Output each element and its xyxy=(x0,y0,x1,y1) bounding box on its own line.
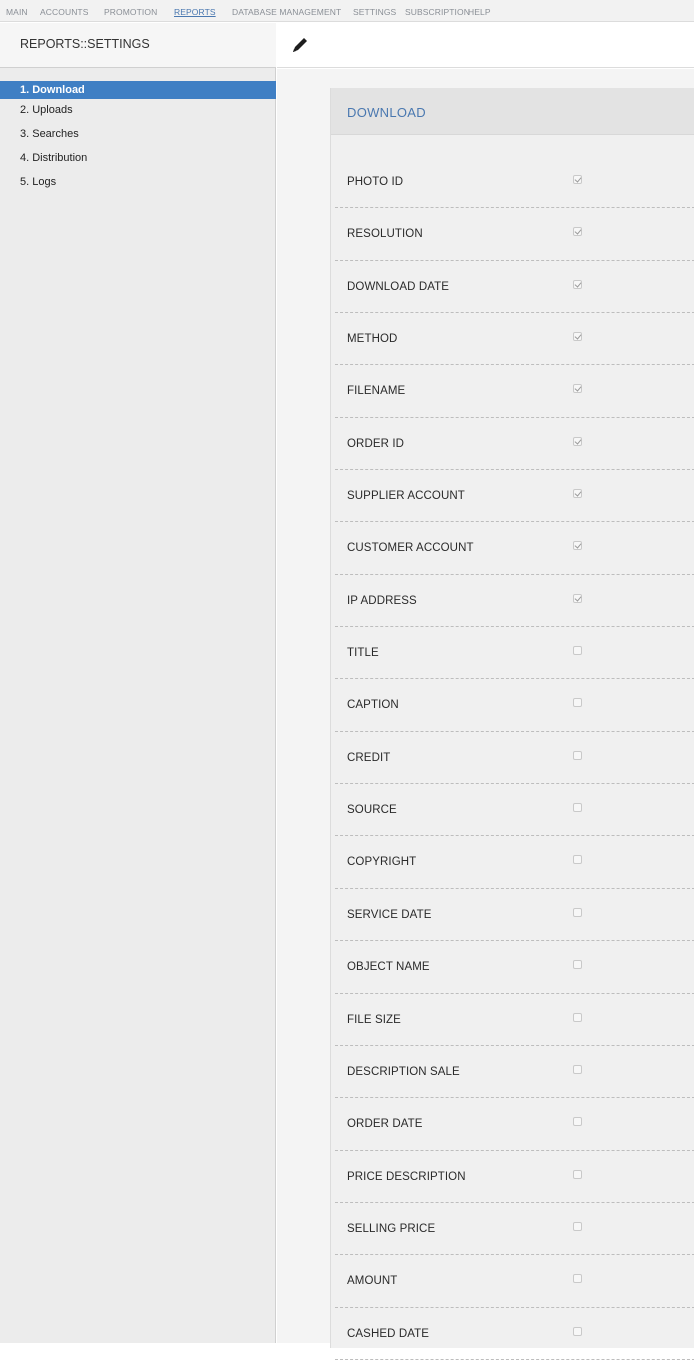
main-content: DOWNLOAD PHOTO ID RESOLUTION DOWNLOAD DATE… xyxy=(277,69,694,1360)
nav-item-database-management[interactable]: DATABASE MANAGEMENT xyxy=(232,7,341,17)
nav-item-settings[interactable]: SETTINGS xyxy=(353,7,396,17)
field-label: COPYRIGHT xyxy=(347,856,417,869)
field-row: PHOTO ID xyxy=(335,156,694,209)
field-row: SELLING PRICE xyxy=(335,1203,694,1256)
download-panel: DOWNLOAD PHOTO ID RESOLUTION DOWNLOAD DATE… xyxy=(330,88,694,1360)
top-nav: MAIN ACCOUNTS PROMOTION REPORTS DATABASE… xyxy=(0,0,694,22)
field-row: CASHED DATE xyxy=(335,1308,694,1360)
field-checkbox[interactable] xyxy=(573,227,582,237)
field-checkbox[interactable] xyxy=(573,1012,582,1022)
field-row: DESCRIPTION SALE xyxy=(335,1046,694,1099)
field-checkbox[interactable] xyxy=(573,1274,582,1284)
nav-item-help[interactable]: HELP xyxy=(468,7,491,17)
field-label: PHOTO ID xyxy=(347,176,404,188)
sidebar-item-searches[interactable]: 3. Searches xyxy=(0,125,276,143)
field-label: SUPPLIER ACCOUNT xyxy=(347,490,465,503)
field-checkbox[interactable] xyxy=(573,960,582,970)
field-row: CAPTION xyxy=(335,679,694,732)
field-checkbox[interactable] xyxy=(573,1326,582,1336)
nav-item-accounts[interactable]: ACCOUNTS xyxy=(40,7,89,17)
field-row: TITLE xyxy=(335,627,694,680)
field-checkbox[interactable] xyxy=(573,175,582,184)
field-checkbox[interactable] xyxy=(573,541,582,551)
field-checkbox[interactable] xyxy=(573,698,582,708)
field-label: ORDER DATE xyxy=(347,1118,423,1131)
field-checkbox[interactable] xyxy=(573,1221,582,1231)
field-row: CREDIT xyxy=(335,732,694,785)
field-label: ORDER ID xyxy=(347,437,405,450)
field-list: PHOTO ID RESOLUTION DOWNLOAD DATE METHOD FIL… xyxy=(331,156,694,1360)
field-checkbox[interactable] xyxy=(573,332,582,342)
field-checkbox[interactable] xyxy=(573,1169,582,1179)
field-label: OBJECT NAME xyxy=(347,961,430,974)
field-label: DOWNLOAD DATE xyxy=(347,280,450,293)
field-row: OBJECT NAME xyxy=(335,941,694,994)
field-checkbox[interactable] xyxy=(573,279,582,289)
field-row: SUPPLIER ACCOUNT xyxy=(335,470,694,523)
field-row: CUSTOMER ACCOUNT xyxy=(335,522,694,575)
main-header xyxy=(277,23,694,68)
field-row: ORDER DATE xyxy=(335,1098,694,1151)
panel-header: DOWNLOAD xyxy=(331,88,694,135)
pencil-icon[interactable] xyxy=(290,35,310,55)
sidebar-item-download[interactable]: 1. Download xyxy=(0,81,276,99)
field-checkbox[interactable] xyxy=(573,750,582,760)
field-label: CREDIT xyxy=(347,751,391,764)
field-label: TITLE xyxy=(347,647,379,660)
field-label: IP ADDRESS xyxy=(347,594,417,607)
field-row: SERVICE DATE xyxy=(335,889,694,942)
panel-title: DOWNLOAD xyxy=(347,105,426,120)
field-label: CAPTION xyxy=(347,699,399,712)
field-label: FILENAME xyxy=(347,385,406,398)
field-checkbox[interactable] xyxy=(573,489,582,499)
field-row: PRICE DESCRIPTION xyxy=(335,1151,694,1203)
field-row: COPYRIGHT xyxy=(335,836,694,889)
field-label: SELLING PRICE xyxy=(347,1222,436,1235)
field-label: DESCRIPTION SALE xyxy=(347,1065,460,1078)
nav-item-subscription[interactable]: SUBSCRIPTION xyxy=(405,7,470,17)
field-checkbox[interactable] xyxy=(573,384,582,394)
field-checkbox[interactable] xyxy=(573,803,582,813)
field-label: METHOD xyxy=(347,333,398,346)
field-label: FILE SIZE xyxy=(347,1013,401,1026)
sidebar-item-logs[interactable]: 5. Logs xyxy=(0,173,276,191)
field-row: AMOUNT xyxy=(335,1255,694,1308)
field-row: IP ADDRESS xyxy=(335,575,694,628)
field-checkbox[interactable] xyxy=(573,1064,582,1074)
field-row: FILENAME xyxy=(335,365,694,418)
nav-item-reports[interactable]: REPORTS xyxy=(174,7,216,17)
field-label: PRICE DESCRIPTION xyxy=(347,1170,466,1183)
sidebar-item-distribution[interactable]: 4. Distribution xyxy=(0,149,276,167)
sidebar: REPORTS::SETTINGS 1. Download 2. Uploads… xyxy=(0,23,276,1343)
field-checkbox[interactable] xyxy=(573,907,582,917)
field-checkbox[interactable] xyxy=(573,436,582,446)
field-checkbox[interactable] xyxy=(573,855,582,865)
field-row: DOWNLOAD DATE xyxy=(335,261,694,314)
field-checkbox[interactable] xyxy=(573,593,582,603)
sidebar-list: 1. Download 2. Uploads 3. Searches 4. Di… xyxy=(0,81,276,197)
field-row: ORDER ID xyxy=(335,418,694,471)
field-row: SOURCE xyxy=(335,784,694,837)
nav-item-main[interactable]: MAIN xyxy=(6,7,28,17)
sidebar-header: REPORTS::SETTINGS xyxy=(0,23,276,68)
field-label: CUSTOMER ACCOUNT xyxy=(347,542,474,555)
field-label: SOURCE xyxy=(347,804,397,817)
field-label: AMOUNT xyxy=(347,1275,398,1288)
field-row: METHOD xyxy=(335,313,694,366)
sidebar-item-uploads[interactable]: 2. Uploads xyxy=(0,101,276,119)
field-row: FILE SIZE xyxy=(335,994,694,1046)
field-label: RESOLUTION xyxy=(347,228,423,241)
sidebar-title: REPORTS::SETTINGS xyxy=(20,37,150,51)
nav-item-promotion[interactable]: PROMOTION xyxy=(104,7,157,17)
field-label: CASHED DATE xyxy=(347,1327,430,1340)
field-checkbox[interactable] xyxy=(573,1117,582,1127)
field-label: SERVICE DATE xyxy=(347,908,432,921)
field-checkbox[interactable] xyxy=(573,646,582,656)
field-row: RESOLUTION xyxy=(335,208,694,261)
